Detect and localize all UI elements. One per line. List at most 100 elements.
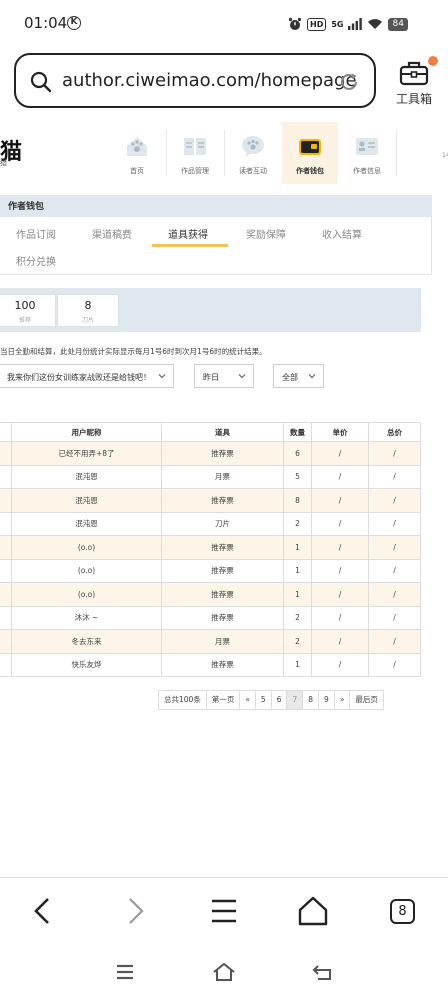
address-bar[interactable]: author.ciweimao.com/homepage (14, 53, 376, 108)
reload-icon[interactable] (338, 71, 360, 93)
tab-points-exchange[interactable]: 积分兑换 (16, 253, 56, 268)
table-cell (0, 652, 12, 677)
notification-dot (428, 56, 438, 66)
table-cell: (o.o) (11, 535, 162, 560)
table-cell: / (311, 652, 369, 677)
alarm-icon (288, 17, 302, 30)
table-cell: 已经不用弄+8了 (11, 441, 162, 466)
table-cell: 推荐票 (161, 582, 284, 607)
column-header: 单价 (311, 422, 369, 442)
table-row: 泯沌恩 推荐票 8// (0, 488, 421, 513)
column-header: 用户昵称 (11, 422, 162, 442)
table-cell (0, 582, 12, 607)
network-label: 5G (331, 19, 344, 29)
chevron-down-icon (158, 374, 166, 379)
toolbox-icon (399, 61, 429, 86)
system-back-icon[interactable] (310, 960, 336, 984)
table-cell: 推荐票 (161, 605, 284, 630)
menu-icon[interactable] (206, 893, 242, 929)
table-cell (0, 535, 12, 560)
nav-label: 作者信息 (353, 167, 381, 175)
type-select[interactable]: 全部 (273, 364, 324, 388)
table-cell: 1 (283, 582, 312, 607)
pagination: 总共100条 第一页 « 5 6 7 8 9 » 最后页 (158, 690, 384, 710)
table-cell: 泯沌恩 (11, 488, 162, 513)
status-bar: 01:04 K HD 5G 84 (0, 0, 448, 48)
nav-author-info[interactable]: 作者信息 (339, 122, 395, 184)
tab-income-settlement[interactable]: 收入结算 (322, 226, 362, 241)
next-page-button[interactable]: » (333, 690, 351, 710)
table-cell: 2 (283, 605, 312, 630)
table-cell: (o.o) (11, 582, 162, 607)
search-icon (30, 71, 52, 93)
stat-label: 刀片 (81, 317, 94, 324)
table-cell: 冬去东来 (11, 629, 162, 654)
column-header: 道具 (161, 422, 284, 442)
home-icon[interactable] (295, 893, 331, 929)
column-header: 总价 (368, 422, 421, 442)
status-time: 01:04 (24, 14, 68, 32)
table-cell: 刀片 (161, 511, 284, 536)
table-cell: 2 (283, 629, 312, 654)
recent-apps-icon[interactable] (112, 960, 138, 984)
stat-card-recommend: 100 推荐 (0, 294, 56, 327)
wallet-icon (297, 134, 323, 158)
table-cell (0, 488, 12, 513)
home-icon (124, 134, 150, 158)
page-button[interactable]: 8 (302, 690, 320, 710)
pagination-total: 总共100条 (158, 690, 207, 710)
tab-channel-fees[interactable]: 渠道稿费 (92, 226, 132, 241)
nav-label: 首页 (130, 167, 144, 175)
edge-text: 14 (442, 152, 448, 159)
prev-page-button[interactable]: « (239, 690, 256, 710)
page-button[interactable]: 5 (254, 690, 272, 710)
battery-indicator: 84 (388, 17, 408, 31)
table-cell: / (311, 464, 369, 489)
date-select[interactable]: 昨日 (194, 364, 254, 388)
table-cell: 月票 (161, 464, 284, 489)
chevron-down-icon (238, 374, 246, 379)
last-page-button[interactable]: 最后页 (349, 690, 384, 710)
page-button[interactable]: 9 (318, 690, 335, 710)
table-row: (o.o) 推荐票 1// (0, 558, 421, 583)
table-cell: / (368, 488, 421, 513)
tab-subscriptions[interactable]: 作品订阅 (16, 226, 56, 241)
nav-reader-interaction[interactable]: 读者互动 (225, 122, 281, 184)
table-cell: 6 (283, 441, 312, 466)
first-page-button[interactable]: 第一页 (205, 690, 241, 710)
system-home-icon[interactable] (211, 960, 237, 984)
nav-home[interactable]: 首页 (109, 122, 165, 184)
page-button[interactable]: 6 (270, 690, 288, 710)
table-cell: / (368, 582, 421, 607)
book-select[interactable]: 我来你们这份女训练家战败还是给钱吧！ (0, 364, 174, 388)
table-cell: / (368, 652, 421, 677)
table-cell: / (368, 629, 421, 654)
tab-props-received[interactable]: 道具获得 (168, 226, 208, 241)
tabs-count-button[interactable]: 8 (390, 899, 415, 924)
page-button-current[interactable]: 7 (286, 690, 304, 710)
url-text[interactable]: author.ciweimao.com/homepage (62, 70, 357, 91)
table-cell: / (368, 511, 421, 536)
toolbox-label: 工具箱 (395, 92, 432, 106)
table-cell: 5 (283, 464, 312, 489)
back-arrow-icon[interactable] (26, 893, 62, 929)
nav-works[interactable]: 作品管理 (167, 122, 223, 184)
table-cell: 推荐票 (161, 558, 284, 583)
table-row: 快乐友烨 推荐票 1// (0, 652, 421, 677)
k-badge-icon: K (67, 16, 81, 30)
status-icons: HD 5G 84 (288, 16, 408, 32)
table-cell: / (311, 558, 369, 583)
forward-arrow-icon[interactable] (118, 893, 154, 929)
tab-reward-guarantee[interactable]: 奖励保障 (246, 226, 286, 241)
nav-label: 作品管理 (181, 167, 209, 175)
table-cell: / (311, 488, 369, 513)
table-cell: 推荐票 (161, 652, 284, 677)
bottom-divider (0, 877, 448, 878)
table-cell (0, 511, 12, 536)
table-row: 沐沐 ~ 推荐票 2// (0, 605, 421, 630)
toolbox-button[interactable]: 工具箱 (388, 56, 440, 111)
nav-author-wallet[interactable]: 作者钱包 (282, 122, 338, 184)
stat-value: 8 (84, 299, 92, 312)
table-header-row: 用户昵称 道具 数量 单价 总价 (0, 422, 421, 442)
stat-label: 推荐 (18, 317, 31, 324)
